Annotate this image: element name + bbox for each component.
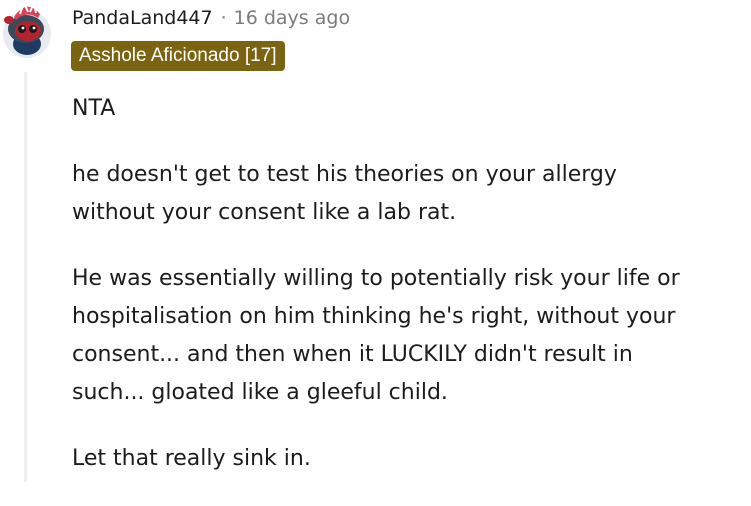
comment-paragraph: NTA	[72, 90, 751, 128]
comment-line: hospitalisation on him thinking he's rig…	[72, 304, 676, 329]
username-link[interactable]: PandaLand447	[72, 7, 213, 29]
comment-line: consent... and then when it LUCKILY didn…	[72, 342, 633, 367]
comment-body: NTA he doesn't get to test his theories o…	[72, 90, 751, 506]
snoo-avatar-icon	[3, 0, 51, 58]
comment-line: Let that really sink in.	[72, 446, 311, 471]
thread-line[interactable]	[24, 72, 27, 482]
timestamp-link[interactable]: 16 days ago	[234, 7, 350, 29]
user-flair-badge: Asshole Aficionado [17]	[71, 41, 285, 71]
comment-line: He was essentially willing to potentiall…	[72, 266, 680, 291]
comment-meta: PandaLand447 · 16 days ago	[72, 5, 350, 31]
meta-separator: ·	[220, 7, 227, 29]
comment-line: without your consent like a lab rat.	[72, 200, 457, 225]
comment: PandaLand447 · 16 days ago Asshole Afici…	[0, 0, 751, 482]
comment-line: such... gloated like a gleeful child.	[72, 380, 448, 405]
comment-paragraph: he doesn't get to test his theories on y…	[72, 156, 751, 232]
comment-line: NTA	[72, 96, 116, 121]
comment-paragraph: He was essentially willing to potentiall…	[72, 260, 751, 412]
comment-paragraph: Let that really sink in.	[72, 440, 751, 478]
avatar[interactable]	[0, 0, 54, 60]
comment-line: he doesn't get to test his theories on y…	[72, 162, 617, 187]
